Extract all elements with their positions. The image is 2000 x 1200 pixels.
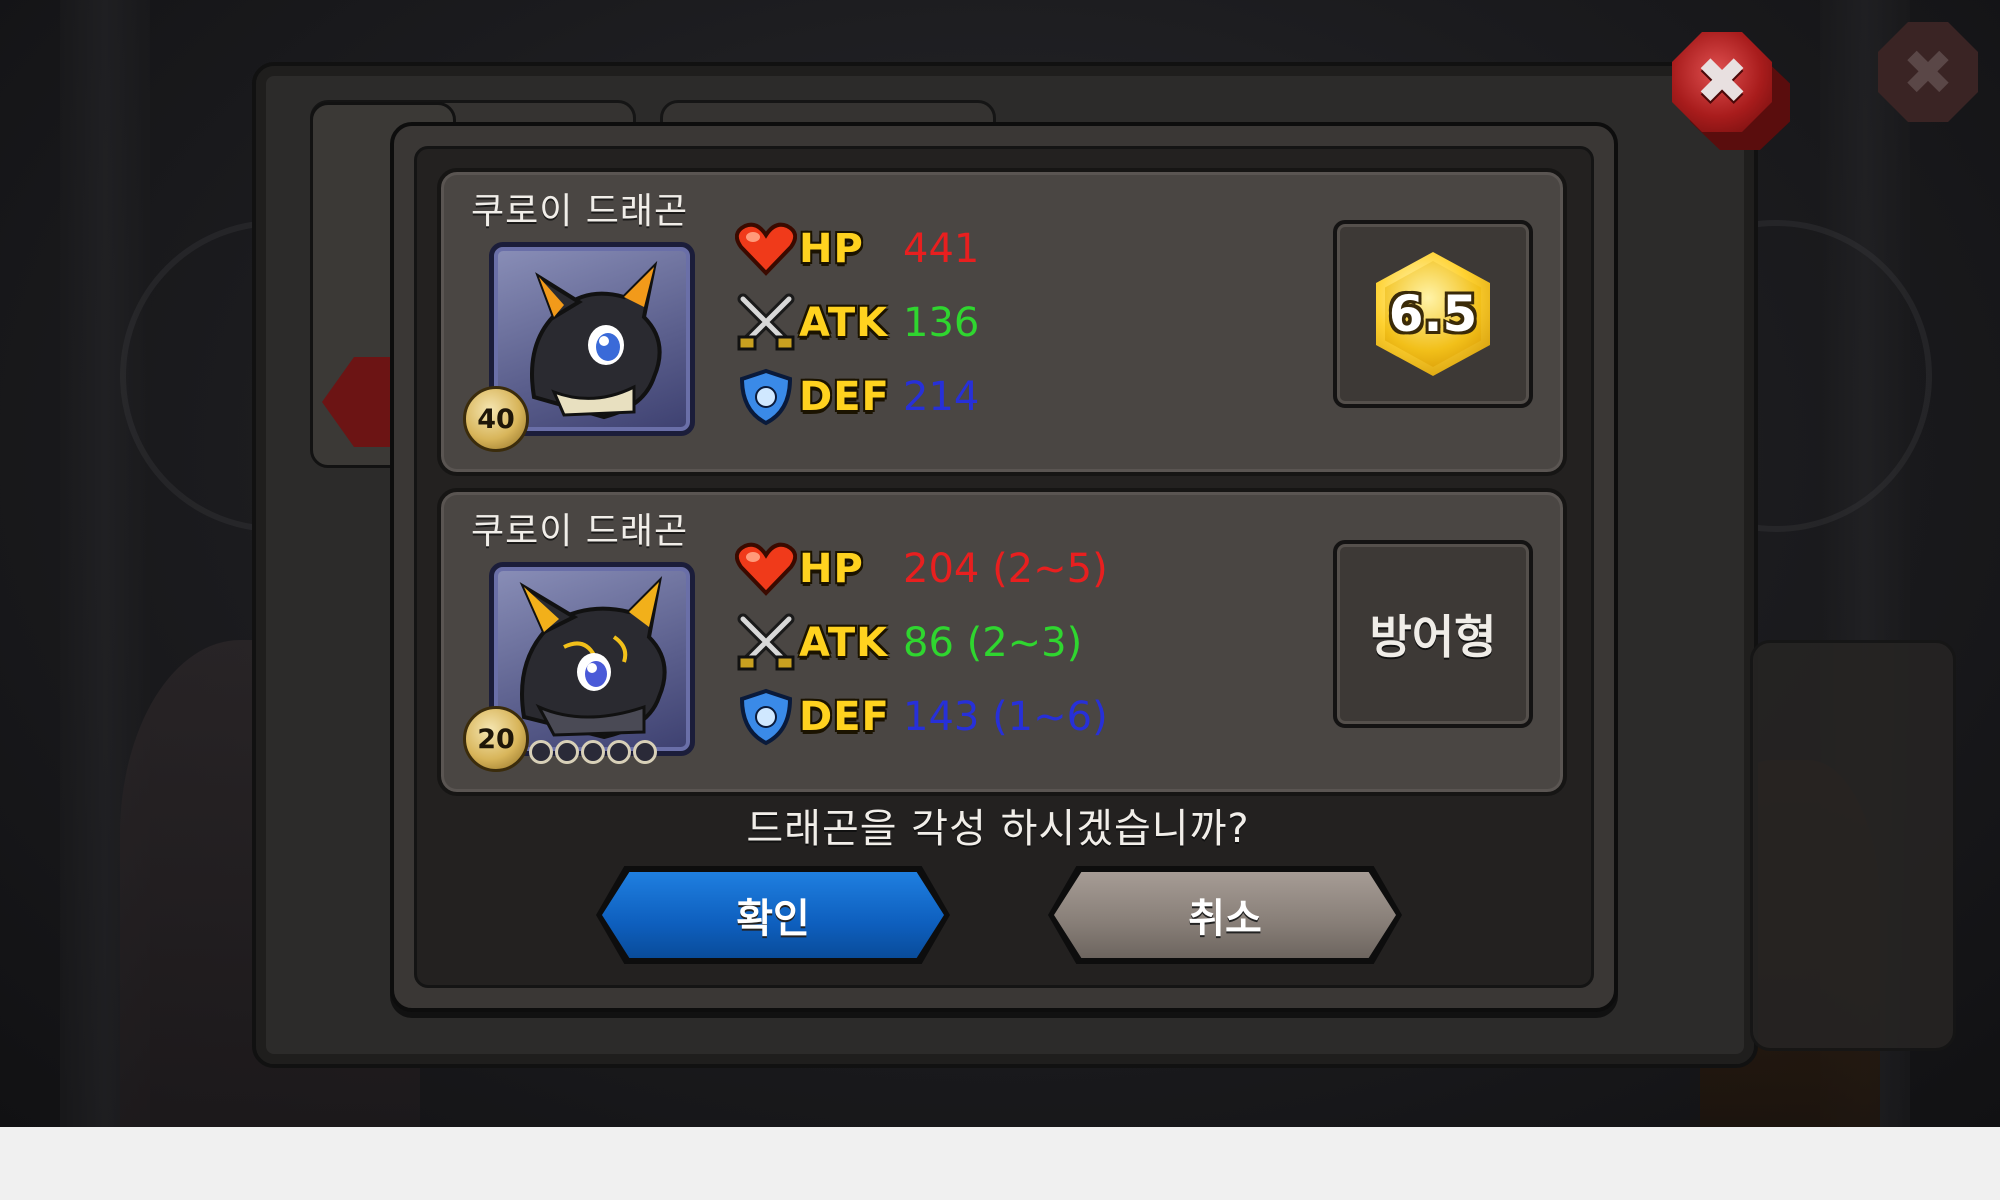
stat-value-atk: 136 (903, 300, 980, 346)
stat-row-def: DEF 214 (733, 364, 979, 430)
close-icon[interactable]: ✖ (1672, 32, 1772, 132)
crossed-swords-icon (733, 612, 799, 674)
crossed-swords-icon (733, 292, 799, 354)
stat-label-atk: ATK (799, 300, 889, 346)
dragon-card-awakened: 쿠로이 드래곤 20 HP 204 (2~5) ATK 86 (2~3) DEF… (437, 488, 1567, 796)
stat-label-def: DEF (799, 374, 890, 420)
star-empty-icon (555, 740, 579, 764)
grade-box: 6.5 (1333, 220, 1533, 408)
dragon-name: 쿠로이 드래곤 (471, 191, 689, 232)
level-badge: 40 (463, 386, 529, 452)
cancel-button[interactable]: 취소 (1054, 872, 1396, 958)
stat-row-def: DEF 143 (1~6) (733, 684, 1108, 750)
stat-value-hp: 204 (2~5) (903, 546, 1108, 592)
star-empty-icon (633, 740, 657, 764)
shield-icon (733, 366, 799, 428)
type-box: 방어형 (1333, 540, 1533, 728)
grade-value: 6.5 (1385, 261, 1481, 367)
stat-label-hp: HP (799, 226, 864, 272)
background-close-icon: ✖ (1878, 22, 1978, 122)
level-badge: 20 (463, 706, 529, 772)
stat-label-def: DEF (799, 694, 890, 740)
heart-icon (733, 218, 799, 280)
confirm-button[interactable]: 확인 (602, 872, 944, 958)
stat-row-atk: ATK 86 (2~3) (733, 610, 1082, 676)
stat-row-hp: HP 204 (2~5) (733, 536, 1108, 602)
underlying-side-panel (1750, 640, 1956, 1051)
stat-row-hp: HP 441 (733, 216, 979, 282)
star-empty-icon (581, 740, 605, 764)
dragon-card-current: 쿠로이 드래곤 40 HP 441 ATK 136 DEF 214 6.5 (437, 168, 1567, 476)
stat-value-atk: 86 (2~3) (903, 620, 1083, 666)
star-empty-icon (607, 740, 631, 764)
stat-label-hp: HP (799, 546, 864, 592)
dragon-name: 쿠로이 드래곤 (471, 511, 689, 552)
heart-icon (733, 538, 799, 600)
shield-icon (733, 686, 799, 748)
star-rating (529, 740, 657, 764)
game-background: ✖ ✖ 쿠로이 드래곤 40 HP 441 ATK 136 DEF 214 6.… (0, 0, 2000, 1127)
star-empty-icon (529, 740, 553, 764)
stat-row-atk: ATK 136 (733, 290, 979, 356)
stat-label-atk: ATK (799, 620, 889, 666)
stat-value-def: 143 (1~6) (903, 694, 1108, 740)
stat-value-def: 214 (903, 374, 980, 420)
stat-value-hp: 441 (903, 226, 980, 272)
confirm-question: 드래곤을 각성 하시겠습니까? (746, 806, 1250, 852)
grade-hex-badge: 6.5 (1376, 252, 1490, 376)
dragon-type: 방어형 (1369, 610, 1497, 664)
